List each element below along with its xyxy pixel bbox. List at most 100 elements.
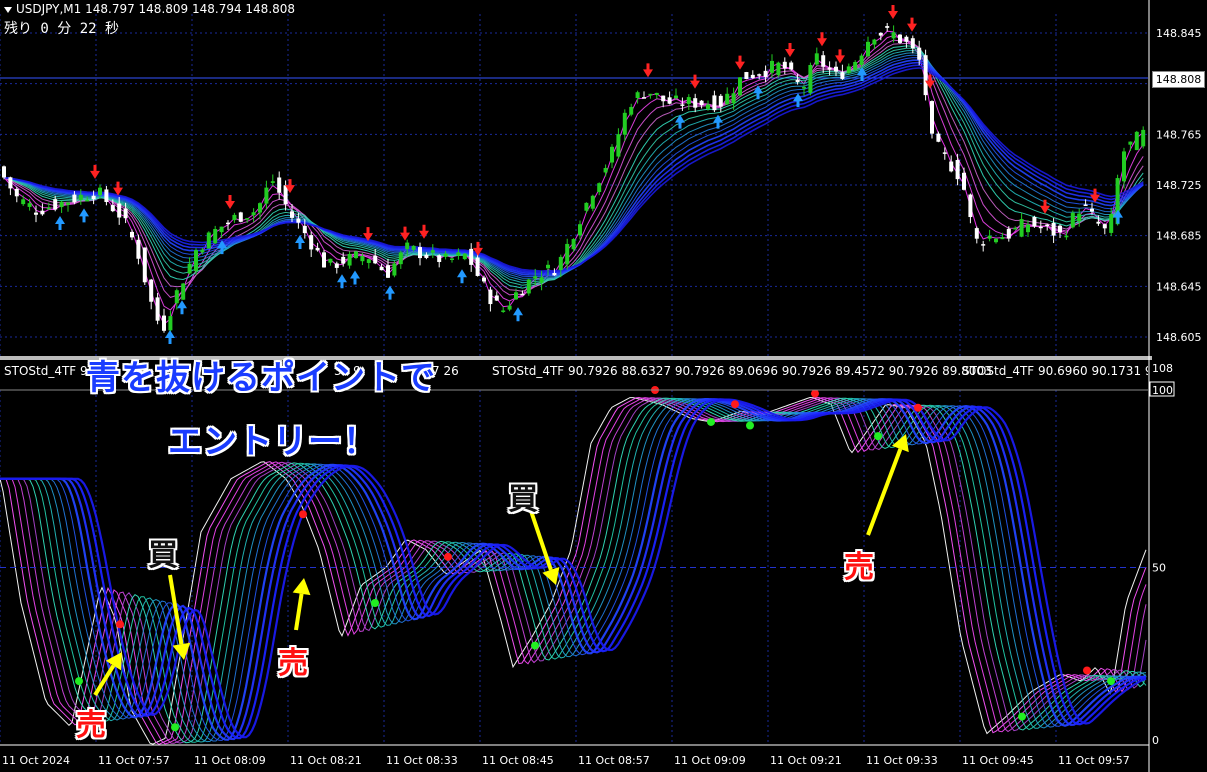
- sell-arrow-icon: [735, 55, 745, 70]
- candle-body: [219, 226, 224, 233]
- candle-body: [392, 263, 397, 276]
- candle-body: [187, 263, 192, 274]
- candle-body: [539, 277, 544, 283]
- yellow-arrow-head: [292, 578, 311, 596]
- sub-axis-label: 0: [1152, 734, 1159, 747]
- annotation-sell-3: 売: [844, 550, 874, 585]
- buy-arrow-icon: [79, 208, 89, 223]
- buy-arrow-icon: [513, 307, 523, 322]
- candle-body: [501, 310, 506, 312]
- candle-body: [872, 39, 877, 45]
- symbol-header: USDJPY,M1 148.797 148.809 148.794 148.80…: [4, 2, 295, 16]
- sell-arrow-icon: [419, 224, 429, 239]
- candle-body: [2, 166, 6, 178]
- candle-body: [168, 316, 173, 331]
- candle-body: [450, 258, 454, 260]
- candle-body: [1051, 222, 1056, 236]
- candle-body: [117, 203, 122, 218]
- candle-body: [878, 32, 883, 36]
- buy-signal-dot: [371, 599, 379, 607]
- candle-body: [590, 195, 595, 209]
- candle-body: [597, 183, 602, 193]
- candle-body: [1013, 227, 1018, 230]
- candle-body: [930, 101, 934, 134]
- candle-body: [610, 146, 614, 163]
- sell-arrow-icon: [225, 195, 235, 209]
- candle-body: [40, 210, 45, 215]
- candle-body: [648, 93, 653, 96]
- candle-body: [1122, 151, 1126, 182]
- candle-body: [622, 112, 627, 135]
- time-tick-label: 11 Oct 2024: [2, 754, 70, 767]
- candle-body: [475, 257, 480, 276]
- sell-signal-dot: [1083, 666, 1091, 675]
- candle-body: [1070, 212, 1075, 228]
- candle-body: [53, 199, 58, 210]
- candle-body: [546, 264, 550, 269]
- candle-body: [667, 97, 672, 104]
- candle-body: [1083, 204, 1088, 207]
- candle-body: [1000, 237, 1005, 240]
- sell-arrow-icon: [888, 5, 898, 19]
- candle-body: [206, 232, 211, 249]
- candle-body: [424, 254, 429, 258]
- candle-body: [194, 250, 198, 272]
- candle-body: [494, 295, 499, 301]
- candle-body: [1038, 226, 1043, 229]
- candle-body: [66, 202, 70, 205]
- buy-signal-dot: [171, 723, 179, 732]
- time-tick-label: 11 Oct 07:57: [98, 754, 170, 767]
- candle-body: [341, 256, 346, 264]
- candle-body: [1090, 208, 1094, 212]
- candle-body: [910, 38, 915, 49]
- sell-arrow-icon: [907, 17, 917, 32]
- price-tick-label: 148.605: [1156, 331, 1202, 344]
- candle-body: [437, 255, 442, 262]
- time-tick-label: 11 Oct 08:21: [290, 754, 362, 767]
- sell-arrow-icon: [690, 74, 700, 89]
- candle-body: [373, 255, 378, 264]
- time-tick-label: 11 Oct 09:33: [866, 754, 938, 767]
- candle-body: [789, 62, 794, 70]
- candle-body: [72, 194, 77, 203]
- candle-body: [1109, 214, 1114, 233]
- candlesticks: [2, 23, 1146, 336]
- symbol-ohlc: USDJPY,M1 148.797 148.809 148.794 148.80…: [16, 2, 296, 16]
- buy-signal-dot: [707, 417, 715, 426]
- candle-body: [552, 273, 557, 276]
- candle-body: [699, 100, 704, 106]
- candle-body: [846, 66, 851, 73]
- candle-body: [347, 254, 352, 266]
- buy-signal-dot: [531, 641, 539, 650]
- time-tick-label: 11 Oct 09:57: [1058, 754, 1130, 767]
- candle-body: [462, 253, 467, 260]
- sell-arrow-icon: [90, 164, 100, 179]
- candle-body: [782, 61, 787, 69]
- yellow-arrow-shaft: [866, 448, 903, 536]
- candle-body: [296, 218, 301, 223]
- candle-body: [366, 259, 371, 263]
- candle-body: [405, 242, 410, 250]
- candle-body: [34, 212, 38, 215]
- candle-body: [776, 62, 781, 76]
- candle-body: [78, 194, 83, 200]
- candle-body: [277, 177, 282, 193]
- candle-body: [898, 34, 902, 43]
- buy-signal-dot: [75, 677, 83, 686]
- candle-body: [731, 93, 736, 104]
- time-tick-label: 11 Oct 08:09: [194, 754, 266, 767]
- candle-body: [142, 247, 147, 283]
- buy-arrow-icon: [457, 269, 467, 284]
- candle-body: [398, 252, 403, 265]
- candle-body: [46, 207, 51, 210]
- candle-body: [885, 26, 890, 28]
- sub-label-4: STOStd_4TF 90.7926 88.6327 90.7926 89.06…: [492, 364, 992, 378]
- buy-arrow-icon: [753, 85, 763, 100]
- annotation-arrows: [93, 434, 909, 697]
- candle-body: [814, 53, 819, 65]
- candle-body: [770, 60, 774, 73]
- candle-body: [469, 248, 474, 265]
- candle-body: [386, 265, 390, 278]
- candle-body: [507, 305, 512, 310]
- candle-body: [917, 47, 922, 60]
